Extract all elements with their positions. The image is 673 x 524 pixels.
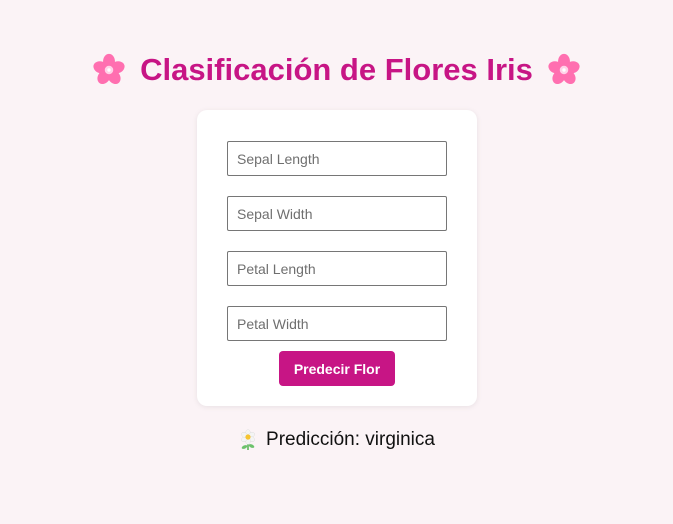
sepal-width-input[interactable] xyxy=(227,196,447,231)
petal-width-input[interactable] xyxy=(227,306,447,341)
sepal-length-input[interactable] xyxy=(227,141,447,176)
page-header: Clasificación de Flores Iris xyxy=(0,50,673,90)
cherry-blossom-icon xyxy=(93,53,125,84)
prediction-form-card: Predecir Flor xyxy=(197,110,477,406)
page-title: Clasificación de Flores Iris xyxy=(140,52,533,87)
prediction-text: Predicción: virginica xyxy=(266,429,435,450)
predict-button[interactable]: Predecir Flor xyxy=(279,351,395,386)
prediction-result: Predicción: virginica xyxy=(0,428,673,452)
cherry-blossom-icon xyxy=(548,53,580,84)
petal-length-input[interactable] xyxy=(227,251,447,286)
daisy-flower-icon xyxy=(241,429,255,450)
